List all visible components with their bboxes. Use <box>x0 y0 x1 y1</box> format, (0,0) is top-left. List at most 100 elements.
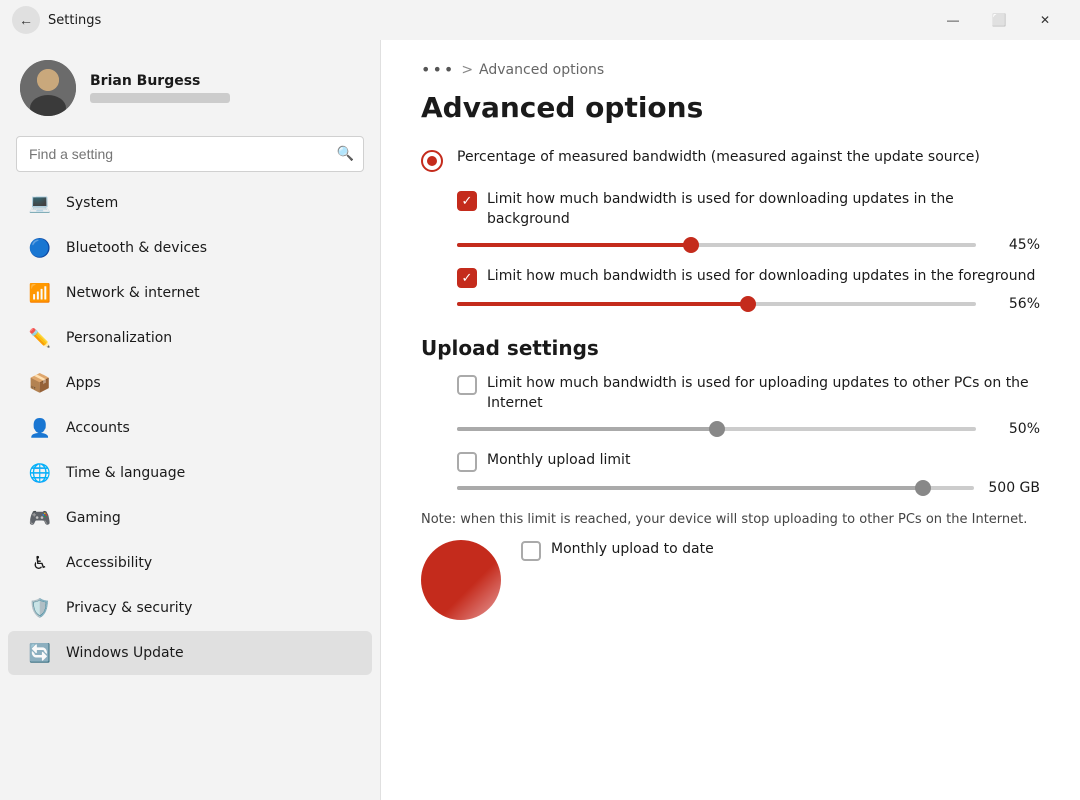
sidebar-item-gaming[interactable]: 🎮 Gaming <box>8 496 372 540</box>
monthly-upload-to-date-checkbox[interactable] <box>521 541 541 561</box>
apps-icon: 📦 <box>28 371 52 395</box>
monthly-upload-slider-track[interactable] <box>457 486 974 490</box>
sidebar-item-time-label: Time & language <box>66 465 185 481</box>
foreground-slider-thumb[interactable] <box>740 296 756 312</box>
gaming-icon: 🎮 <box>28 506 52 530</box>
background-slider-fill <box>457 243 691 247</box>
foreground-slider-row: 56% <box>457 296 1040 312</box>
foreground-checkbox[interactable] <box>457 268 477 288</box>
network-icon: 📶 <box>28 281 52 305</box>
breadcrumb-separator: > <box>461 62 473 78</box>
background-download-option: Limit how much bandwidth is used for dow… <box>457 190 1040 253</box>
sidebar: Brian Burgess 🔍 💻 System 🔵 Bluetooth & d… <box>0 40 380 800</box>
search-box: 🔍 <box>16 136 364 172</box>
upload-internet-checkbox-row: Limit how much bandwidth is used for upl… <box>457 374 1040 413</box>
monthly-upload-to-date-label: Monthly upload to date <box>551 540 714 560</box>
sidebar-item-windowsupdate-label: Windows Update <box>66 645 184 661</box>
user-section: Brian Burgess <box>0 40 380 132</box>
background-slider-value: 45% <box>990 237 1040 253</box>
upload-settings-heading: Upload settings <box>421 336 1040 360</box>
upload-internet-slider-track[interactable] <box>457 427 976 431</box>
user-name: Brian Burgess <box>90 73 230 89</box>
radio-option-label: Percentage of measured bandwidth (measur… <box>457 148 1040 168</box>
back-button[interactable]: ← <box>12 6 40 34</box>
upload-note: Note: when this limit is reached, your d… <box>421 510 1040 530</box>
upload-progress-circle <box>421 540 501 620</box>
sidebar-item-system[interactable]: 💻 System <box>8 181 372 225</box>
radio-option-row: Percentage of measured bandwidth (measur… <box>421 148 1040 172</box>
sidebar-item-apps[interactable]: 📦 Apps <box>8 361 372 405</box>
upload-internet-slider-row: 50% <box>457 421 1040 437</box>
upload-internet-slider-thumb[interactable] <box>709 421 725 437</box>
foreground-slider-value: 56% <box>990 296 1040 312</box>
sidebar-item-bluetooth-label: Bluetooth & devices <box>66 240 207 256</box>
radio-button-measured[interactable] <box>421 150 443 172</box>
nav-list: 💻 System 🔵 Bluetooth & devices 📶 Network… <box>0 180 380 800</box>
windowsupdate-icon: 🔄 <box>28 641 52 665</box>
app-title: Settings <box>48 13 101 28</box>
sidebar-item-accounts[interactable]: 👤 Accounts <box>8 406 372 450</box>
background-checkbox-label: Limit how much bandwidth is used for dow… <box>487 190 1040 229</box>
title-bar-left: ← Settings <box>12 6 101 34</box>
upload-internet-slider-value: 50% <box>990 421 1040 437</box>
sidebar-item-time[interactable]: 🌐 Time & language <box>8 451 372 495</box>
sidebar-item-bluetooth[interactable]: 🔵 Bluetooth & devices <box>8 226 372 270</box>
page-title: Advanced options <box>421 91 1040 124</box>
window-controls: — ⬜ ✕ <box>930 4 1068 36</box>
background-checkbox-row: Limit how much bandwidth is used for dow… <box>457 190 1040 229</box>
search-icon: 🔍 <box>337 146 354 162</box>
foreground-checkbox-row: Limit how much bandwidth is used for dow… <box>457 267 1040 288</box>
title-bar: ← Settings — ⬜ ✕ <box>0 0 1080 40</box>
sidebar-item-gaming-label: Gaming <box>66 510 121 526</box>
system-icon: 💻 <box>28 191 52 215</box>
sidebar-item-windowsupdate[interactable]: 🔄 Windows Update <box>8 631 372 675</box>
main-content: ••• > Advanced options Advanced options … <box>380 40 1080 800</box>
sidebar-item-accessibility[interactable]: ♿ Accessibility <box>8 541 372 585</box>
foreground-slider-track[interactable] <box>457 302 976 306</box>
search-input[interactable] <box>16 136 364 172</box>
monthly-upload-limit-option: Monthly upload limit 500 GB <box>457 451 1040 496</box>
sidebar-item-network[interactable]: 📶 Network & internet <box>8 271 372 315</box>
sidebar-item-network-label: Network & internet <box>66 285 200 301</box>
sidebar-item-apps-label: Apps <box>66 375 101 391</box>
accounts-icon: 👤 <box>28 416 52 440</box>
background-checkbox[interactable] <box>457 191 477 211</box>
sidebar-item-system-label: System <box>66 195 118 211</box>
maximize-button[interactable]: ⬜ <box>976 4 1022 36</box>
foreground-download-option: Limit how much bandwidth is used for dow… <box>457 267 1040 312</box>
sidebar-item-accounts-label: Accounts <box>66 420 130 436</box>
bottom-right: Monthly upload to date <box>521 540 1040 569</box>
breadcrumb-dots: ••• <box>421 60 455 79</box>
personalization-icon: ✏️ <box>28 326 52 350</box>
upload-internet-option: Limit how much bandwidth is used for upl… <box>457 374 1040 437</box>
user-info: Brian Burgess <box>90 73 230 103</box>
monthly-upload-checkbox[interactable] <box>457 452 477 472</box>
background-slider-track[interactable] <box>457 243 976 247</box>
monthly-upload-label: Monthly upload limit <box>487 451 630 471</box>
close-button[interactable]: ✕ <box>1022 4 1068 36</box>
breadcrumb-current: Advanced options <box>479 62 604 78</box>
minimize-button[interactable]: — <box>930 4 976 36</box>
bottom-preview: Monthly upload to date <box>421 540 1040 620</box>
upload-internet-checkbox[interactable] <box>457 375 477 395</box>
foreground-slider-fill <box>457 302 748 306</box>
sidebar-item-personalization[interactable]: ✏️ Personalization <box>8 316 372 360</box>
monthly-upload-slider-row: 500 GB <box>457 480 1040 496</box>
time-icon: 🌐 <box>28 461 52 485</box>
radio-inner <box>427 156 437 166</box>
breadcrumb: ••• > Advanced options <box>421 60 1040 79</box>
background-slider-row: 45% <box>457 237 1040 253</box>
privacy-icon: 🛡️ <box>28 596 52 620</box>
user-email <box>90 93 230 103</box>
sidebar-item-privacy[interactable]: 🛡️ Privacy & security <box>8 586 372 630</box>
background-slider-thumb[interactable] <box>683 237 699 253</box>
sidebar-item-personalization-label: Personalization <box>66 330 172 346</box>
accessibility-icon: ♿ <box>28 551 52 575</box>
monthly-upload-slider-thumb[interactable] <box>915 480 931 496</box>
foreground-checkbox-label: Limit how much bandwidth is used for dow… <box>487 267 1035 287</box>
monthly-upload-slider-value: 500 GB <box>988 480 1040 496</box>
monthly-upload-to-date-row: Monthly upload to date <box>521 540 1040 561</box>
monthly-upload-checkbox-row: Monthly upload limit <box>457 451 1040 472</box>
sidebar-item-privacy-label: Privacy & security <box>66 600 192 616</box>
upload-internet-label: Limit how much bandwidth is used for upl… <box>487 374 1040 413</box>
